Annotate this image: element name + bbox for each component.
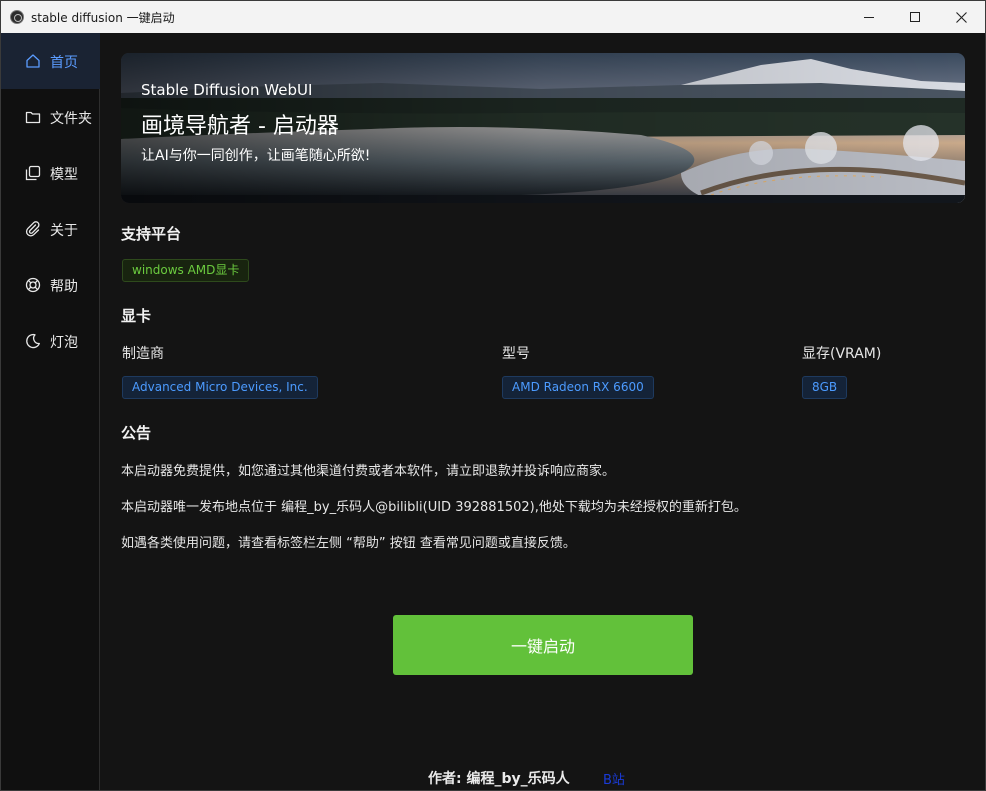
- model-value-tag: AMD Radeon RX 6600: [502, 376, 654, 399]
- home-icon: [26, 54, 40, 68]
- model-label: 型号: [502, 346, 530, 362]
- sidebar-item-label: 帮助: [50, 279, 78, 295]
- sidebar-item-label: 模型: [50, 167, 78, 183]
- sidebar-item-help[interactable]: 帮助: [1, 257, 100, 313]
- vendor-label: 制造商: [122, 346, 164, 362]
- sidebar-item-label: 文件夹: [50, 111, 92, 127]
- launch-button[interactable]: 一键启动: [393, 615, 693, 675]
- bilibili-link[interactable]: B站: [603, 769, 625, 788]
- banner-subtitle: Stable Diffusion WebUI: [141, 81, 313, 99]
- banner-slogan: 让AI与你一同创作，让画笔随心所欲!: [141, 148, 371, 164]
- sidebar-item-folder[interactable]: 文件夹: [1, 89, 100, 145]
- notice-heading: 公告: [121, 424, 152, 442]
- paperclip-icon: [25, 221, 40, 237]
- notice-line: 本启动器免费提供，如您通过其他渠道付费或者本软件，请立即退款并投诉响应商家。: [121, 464, 616, 479]
- sidebar-item-bulb[interactable]: 灯泡: [1, 313, 100, 369]
- minimize-button[interactable]: [846, 1, 892, 33]
- folder-icon: [25, 111, 41, 124]
- sidebar-item-label: 灯泡: [50, 335, 78, 351]
- close-icon: [955, 11, 967, 23]
- main-content: Stable Diffusion WebUI 画境导航者 - 启动器 让AI与你…: [101, 33, 985, 790]
- sidebar-item-model[interactable]: 模型: [1, 145, 100, 201]
- platform-heading: 支持平台: [121, 225, 182, 243]
- vram-value-tag: 8GB: [802, 376, 848, 399]
- sidebar-item-home[interactable]: 首页: [1, 33, 100, 89]
- author-credit: 作者: 编程_by_乐码人: [428, 771, 570, 787]
- maximize-button[interactable]: [892, 1, 938, 33]
- maximize-icon: [910, 12, 920, 22]
- model-icon: [25, 165, 41, 181]
- sidebar-item-about[interactable]: 关于: [1, 201, 100, 257]
- app-logo-icon: [10, 10, 24, 24]
- app-window: stable diffusion 一键启动 首页 文件夹 模型 关于 帮助 灯泡…: [0, 0, 986, 791]
- window-title: stable diffusion 一键启动: [31, 11, 175, 25]
- hero-banner: Stable Diffusion WebUI 画境导航者 - 启动器 让AI与你…: [121, 53, 965, 203]
- notice-line: 如遇各类使用问题，请查看标签栏左侧 “帮助” 按钮 查看常见问题或直接反馈。: [121, 536, 576, 551]
- banner-title: 画境导航者 - 启动器: [141, 114, 339, 139]
- sidebar-item-label: 首页: [50, 55, 78, 71]
- moon-icon: [26, 333, 40, 349]
- vendor-value-tag: Advanced Micro Devices, Inc.: [122, 376, 318, 399]
- sidebar: 首页 文件夹 模型 关于 帮助 灯泡: [1, 33, 100, 790]
- vram-label: 显存(VRAM): [802, 346, 882, 362]
- minimize-icon: [864, 16, 874, 18]
- close-button[interactable]: [938, 1, 984, 33]
- sidebar-item-label: 关于: [50, 223, 78, 239]
- platform-tag: windows AMD显卡: [122, 259, 250, 282]
- gpu-heading: 显卡: [121, 307, 152, 325]
- lifebuoy-icon: [25, 277, 41, 293]
- notice-line: 本启动器唯一发布地点位于 编程_by_乐码人@bilibli(UID 39288…: [121, 500, 747, 515]
- title-bar[interactable]: stable diffusion 一键启动: [1, 1, 985, 33]
